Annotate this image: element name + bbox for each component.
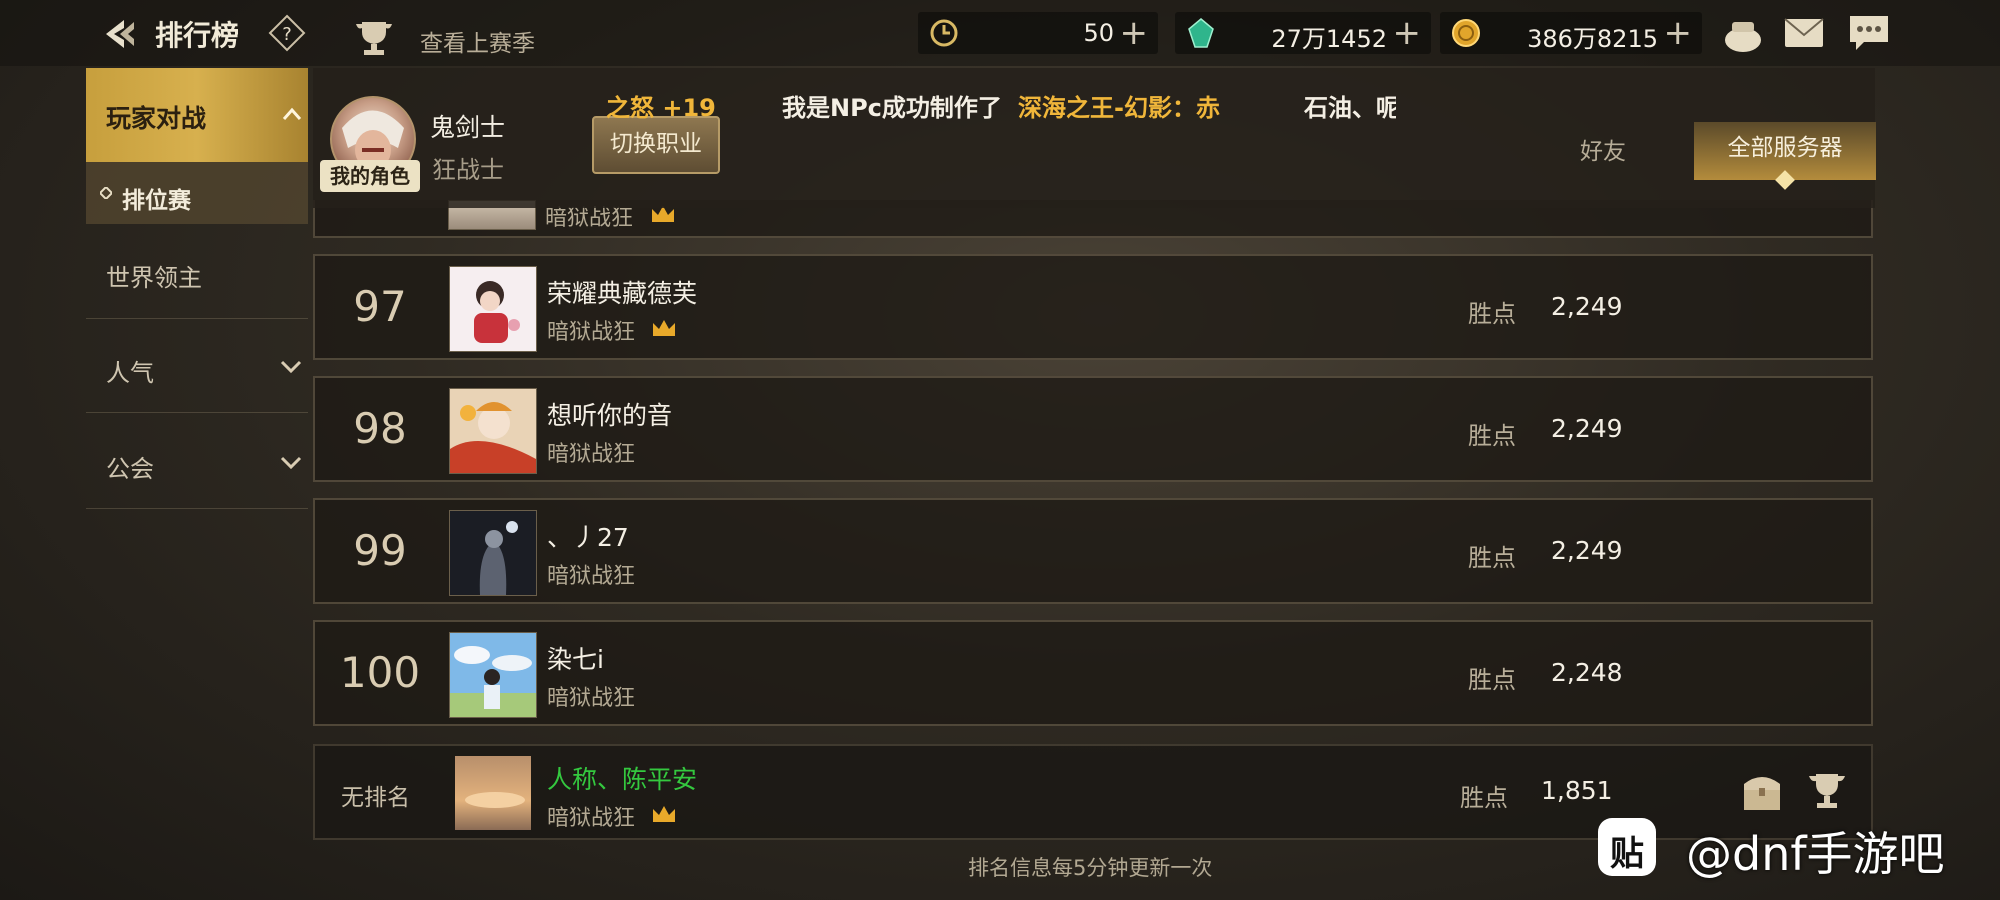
nav-ranked-match[interactable] — [86, 162, 308, 224]
player-name: 人称、陈平安 — [547, 765, 698, 794]
svg-text:?: ? — [282, 24, 292, 45]
nav-pvp-label: 玩家对战 — [106, 104, 207, 133]
green-gem-icon — [1188, 18, 1214, 48]
back-arrow-icon[interactable] — [100, 14, 140, 54]
treasure-chest-icon[interactable] — [1740, 770, 1784, 812]
crown-icon — [653, 806, 675, 822]
points-label: 胜点 — [1460, 784, 1508, 812]
nav-divider — [86, 508, 308, 509]
ticker-text: 之怒 +19 — [606, 94, 716, 122]
player-name: 想听你的音 — [547, 401, 673, 430]
table-row[interactable]: 97 荣耀典藏德芙 暗狱战狂 胜点 2,249 — [313, 254, 1873, 360]
currency-value: 50 — [1083, 19, 1114, 47]
pouch-icon[interactable] — [1722, 14, 1764, 54]
player-guild: 暗狱战狂 — [547, 686, 636, 711]
add-currency-button[interactable]: + — [1664, 12, 1693, 54]
player-name: 荣耀典藏德芙 — [547, 279, 698, 308]
nav-popularity[interactable]: 人气 — [106, 353, 154, 388]
currency-clock: 50 + — [918, 12, 1158, 54]
nav-divider — [86, 412, 308, 413]
currency-gem: 27万1452 + — [1175, 12, 1431, 54]
character-class: 狂战士 — [432, 156, 504, 184]
table-row[interactable]: 100 染七i 暗狱战狂 胜点 2,248 — [313, 620, 1873, 726]
clock-currency-icon — [930, 19, 958, 47]
table-row[interactable]: 98 想听你的音 暗狱战狂 胜点 2,249 — [313, 376, 1873, 482]
player-guild: 暗狱战狂 — [547, 442, 636, 467]
player-guild: 暗狱战狂 — [547, 320, 636, 345]
table-row[interactable]: 99 、丿27 暗狱战狂 胜点 2,249 — [313, 498, 1873, 604]
tab-friends[interactable]: 好友 — [1580, 132, 1626, 166]
trophy-icon[interactable] — [352, 18, 396, 58]
last-season-link[interactable]: 查看上赛季 — [420, 24, 535, 58]
player-guild: 暗狱战狂 — [547, 806, 636, 831]
player-portrait — [449, 510, 537, 596]
ticker-highlight: 深海之王-幻影：赤 — [1018, 94, 1220, 122]
points-label: 胜点 — [1468, 544, 1516, 572]
crown-icon — [653, 320, 675, 336]
rank-number: 97 — [353, 282, 407, 331]
rank-number: 98 — [353, 404, 407, 453]
player-portrait — [455, 756, 531, 830]
player-portrait — [449, 632, 537, 718]
chevron-up-icon[interactable] — [282, 107, 302, 121]
trophy-icon[interactable] — [1806, 770, 1848, 812]
points-label: 胜点 — [1468, 300, 1516, 328]
points-value: 2,249 — [1551, 536, 1623, 565]
currency-value: 27万1452 — [1271, 25, 1387, 53]
player-name: 染七i — [547, 645, 604, 674]
page-title: 排行榜 — [155, 19, 240, 52]
watermark-logo-text: 贴 — [1610, 834, 1644, 874]
chevron-down-icon[interactable] — [280, 456, 302, 470]
player-guild: 暗狱战狂 — [547, 564, 636, 589]
points-value: 1,851 — [1541, 776, 1613, 805]
rank-number: 无排名 — [341, 785, 410, 811]
points-value: 2,249 — [1551, 414, 1623, 443]
nav-divider — [86, 318, 308, 319]
switch-class-button[interactable]: 切换职业 — [592, 116, 720, 174]
chevron-down-icon[interactable] — [280, 360, 302, 374]
player-portrait — [449, 266, 537, 352]
watermark-text: @dnf手游吧 — [1686, 827, 1945, 881]
currency-gold: 386万8215 + — [1440, 12, 1702, 54]
diamond-bullet-icon — [100, 187, 112, 199]
nav-world-boss[interactable]: 世界领主 — [106, 258, 202, 293]
ticker-text: 我是NPc成功制作了 — [782, 94, 1002, 122]
character-name: 鬼剑士 — [430, 113, 506, 142]
rank-number: 100 — [339, 648, 421, 697]
announcement-ticker: 之怒 +19 我是NPc成功制作了 深海之王-幻影：赤 石油、呢 — [606, 84, 1396, 124]
nav-guild[interactable]: 公会 — [106, 449, 154, 484]
points-value: 2,249 — [1551, 292, 1623, 321]
chat-icon[interactable] — [1848, 14, 1890, 52]
ticker-text: 石油、呢 — [1304, 94, 1396, 122]
points-label: 胜点 — [1468, 666, 1516, 694]
player-name: 、丿27 — [547, 523, 629, 552]
my-character-badge: 我的角色 — [320, 160, 420, 192]
player-portrait — [449, 388, 537, 474]
update-note: 排名信息每5分钟更新一次 — [968, 856, 1213, 880]
gold-coin-icon — [1452, 19, 1480, 47]
mail-icon[interactable] — [1784, 18, 1824, 48]
nav-ranked-label: 排位赛 — [122, 188, 191, 214]
rank-number: 99 — [353, 526, 407, 575]
points-value: 2,248 — [1551, 658, 1623, 687]
points-label: 胜点 — [1468, 422, 1516, 450]
add-currency-button[interactable]: + — [1120, 12, 1149, 54]
currency-value: 386万8215 — [1527, 25, 1658, 53]
add-currency-button[interactable]: + — [1393, 12, 1422, 54]
help-icon[interactable]: ? — [268, 14, 306, 52]
